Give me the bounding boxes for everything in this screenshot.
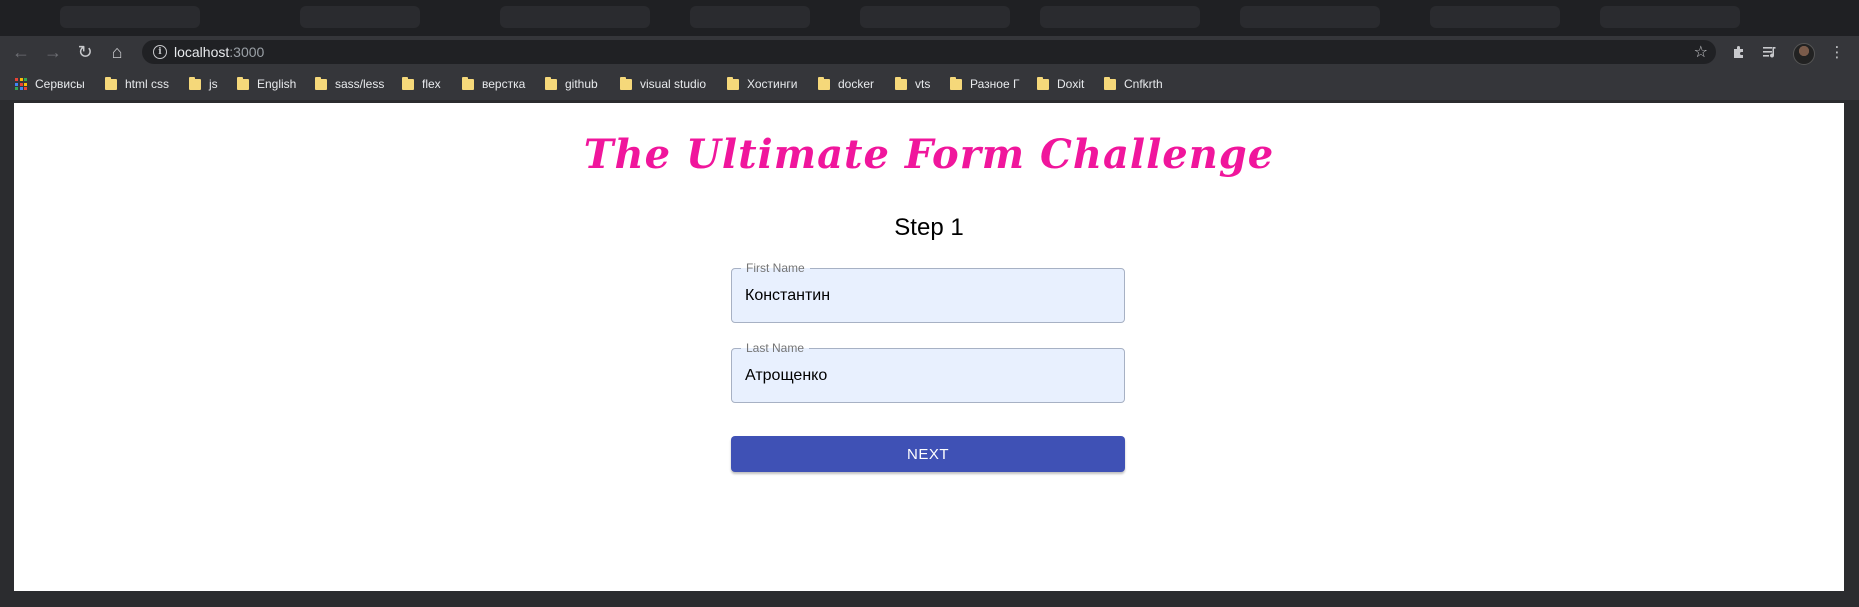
reload-icon: ↻ <box>77 42 93 62</box>
next-button[interactable]: NEXT <box>731 436 1125 472</box>
folder-icon <box>402 76 414 90</box>
back-button[interactable]: ← <box>8 40 34 64</box>
first-name-label: First Name <box>741 261 810 275</box>
url-host: localhost <box>174 44 230 60</box>
tab[interactable] <box>500 6 650 28</box>
tab[interactable] <box>860 6 1010 28</box>
bookmark-folder[interactable]: Doxit <box>1037 76 1084 92</box>
bookmark-folder[interactable]: Хостинги <box>727 76 797 92</box>
folder-icon <box>1104 76 1116 90</box>
tab[interactable] <box>1600 6 1740 28</box>
arrow-right-icon: → <box>44 42 62 62</box>
home-button[interactable]: ⌂ <box>104 40 130 64</box>
bookmark-label: Cnfkrth <box>1124 77 1163 91</box>
forward-button[interactable]: → <box>40 40 66 64</box>
bookmark-folder[interactable]: верстка <box>462 76 525 92</box>
first-name-field[interactable]: First Name Константин <box>731 261 1125 323</box>
puzzle-icon[interactable] <box>1727 40 1751 64</box>
folder-icon <box>315 76 327 90</box>
folder-icon <box>727 76 739 90</box>
page-title: The Ultimate Form Challenge <box>583 131 1275 178</box>
tab-strip <box>0 0 1859 37</box>
bookmark-apps[interactable]: Сервисы <box>15 76 85 92</box>
tab[interactable] <box>60 6 200 28</box>
kebab-menu-icon[interactable]: ⋮ <box>1825 40 1849 64</box>
bookmark-label: html css <box>125 77 170 91</box>
bookmark-label: visual studio <box>640 77 707 91</box>
bookmark-label: sass/less <box>335 77 385 91</box>
folder-icon <box>545 76 557 90</box>
bookmark-folder[interactable]: visual studio <box>620 76 706 92</box>
step-title: Step 1 <box>894 214 964 241</box>
star-icon[interactable]: ☆ <box>1694 42 1708 62</box>
bookmark-folder[interactable]: Разное Г <box>950 76 1019 92</box>
tab[interactable] <box>1430 6 1560 28</box>
first-name-input[interactable]: Константин <box>745 287 830 305</box>
last-name-label: Last Name <box>741 341 810 355</box>
media-queue-icon[interactable] <box>1758 40 1782 64</box>
info-icon[interactable]: i <box>153 45 167 59</box>
bookmark-label: верстка <box>482 77 526 91</box>
home-icon: ⌂ <box>111 42 123 62</box>
tab[interactable] <box>300 6 420 28</box>
bookmark-folder[interactable]: flex <box>402 76 441 92</box>
bookmarks-bar: Сервисы html css js English sass/less fl… <box>0 68 1859 100</box>
folder-icon <box>462 76 474 90</box>
bookmark-label: English <box>257 77 297 91</box>
bookmark-folder[interactable]: docker <box>818 76 874 92</box>
bookmark-folder[interactable]: Cnfkrth <box>1104 76 1163 92</box>
bookmark-label: Разное Г <box>970 77 1020 91</box>
bookmark-folder[interactable]: English <box>237 76 296 92</box>
bookmark-folder[interactable]: github <box>545 76 598 92</box>
bookmark-folder[interactable]: html css <box>105 76 169 92</box>
bookmark-label: Doxit <box>1057 77 1085 91</box>
folder-icon <box>189 76 201 90</box>
reload-button[interactable]: ↻ <box>72 40 98 64</box>
arrow-left-icon: ← <box>12 42 30 62</box>
folder-icon <box>895 76 907 90</box>
folder-icon <box>818 76 830 90</box>
bookmark-label: github <box>565 77 598 91</box>
address-url[interactable]: localhost:3000 <box>174 44 264 60</box>
last-name-field[interactable]: Last Name Атрощенко <box>731 341 1125 403</box>
tab[interactable] <box>1240 6 1380 28</box>
apps-grid-icon <box>15 78 27 90</box>
page-viewport: The Ultimate Form Challenge Step 1 First… <box>14 103 1844 591</box>
folder-icon <box>237 76 249 90</box>
bookmark-folder[interactable]: vts <box>895 76 930 92</box>
address-bar[interactable]: i localhost:3000 ☆ <box>142 40 1716 64</box>
folder-icon <box>1037 76 1049 90</box>
tab[interactable] <box>1040 6 1200 28</box>
bookmark-label: Сервисы <box>35 77 85 91</box>
folder-icon <box>950 76 962 90</box>
bookmark-label: js <box>209 77 218 91</box>
browser-toolbar: ← → ↻ ⌂ i localhost:3000 ☆ ⋮ <box>0 36 1859 68</box>
bookmark-label: docker <box>838 77 875 91</box>
avatar[interactable] <box>1793 43 1815 65</box>
bookmark-label: vts <box>915 77 931 91</box>
url-port: :3000 <box>229 44 265 60</box>
last-name-input[interactable]: Атрощенко <box>745 367 827 385</box>
bookmark-folder[interactable]: js <box>189 76 218 92</box>
folder-icon <box>105 76 117 90</box>
tab[interactable] <box>690 6 810 28</box>
bookmark-label: flex <box>422 77 441 91</box>
folder-icon <box>620 76 632 90</box>
bookmark-folder[interactable]: sass/less <box>315 76 384 92</box>
bookmark-label: Хостинги <box>747 77 798 91</box>
